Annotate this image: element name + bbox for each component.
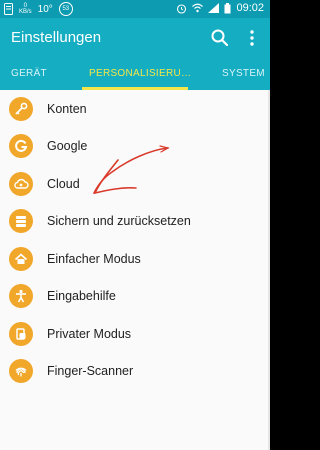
- settings-item-label: Cloud: [47, 176, 80, 191]
- tab-system[interactable]: SYSTEM: [222, 68, 265, 79]
- settings-item-label: Eingabehilfe: [47, 288, 116, 303]
- home-icon: [9, 246, 33, 271]
- notification-badge: 53: [58, 2, 73, 16]
- settings-item-label: Privater Modus: [47, 326, 132, 341]
- wifi-icon: [192, 3, 204, 13]
- tab-geraet[interactable]: GERÄT: [11, 68, 47, 79]
- settings-item-label: Einfacher Modus: [47, 251, 141, 266]
- data-speed: 0 KB/s: [19, 3, 32, 15]
- settings-item-eingabehilfe[interactable]: Eingabehilfe: [0, 277, 270, 314]
- status-bar: 0 KB/s 10° 53 09:02: [0, 0, 270, 18]
- private-mode-icon: [9, 321, 33, 346]
- settings-item-privater-modus[interactable]: Privater Modus: [0, 315, 270, 352]
- page-title: Einstellungen: [11, 29, 102, 46]
- alarm-icon: [177, 3, 187, 14]
- settings-item-google[interactable]: Google: [0, 127, 270, 164]
- settings-screen: 0 KB/s 10° 53 09:02 Einstellungen GERÄT …: [0, 0, 270, 450]
- scrollbar[interactable]: [268, 90, 270, 450]
- settings-item-finger-scanner[interactable]: Finger-Scanner: [0, 352, 270, 389]
- settings-item-sichern[interactable]: Sichern und zurücksetzen: [0, 202, 270, 239]
- fingerprint-icon: [9, 358, 33, 383]
- settings-item-label: Konten: [47, 101, 87, 116]
- accessibility-icon: [9, 283, 33, 308]
- more-options-icon[interactable]: [246, 28, 258, 48]
- tab-bar: GERÄT PERSONALISIERU… SYSTEM: [0, 58, 270, 90]
- notification-icon: [4, 3, 13, 15]
- data-speed-unit: KB/s: [19, 9, 32, 15]
- notification-badge-count: 53: [62, 6, 70, 12]
- battery-icon: [224, 2, 231, 13]
- search-icon[interactable]: [210, 28, 230, 48]
- google-icon: [9, 133, 33, 158]
- settings-item-label: Google: [47, 138, 88, 153]
- cloud-icon: [9, 171, 33, 196]
- backup-icon: [9, 208, 33, 233]
- key-icon: [9, 96, 33, 121]
- settings-item-konten[interactable]: Konten: [0, 90, 270, 127]
- app-bar: Einstellungen: [0, 18, 270, 58]
- temperature: 10°: [37, 3, 53, 15]
- tab-personalisierung[interactable]: PERSONALISIERU…: [89, 68, 191, 79]
- settings-item-cloud[interactable]: Cloud: [0, 165, 270, 202]
- clock: 09:02: [236, 2, 264, 14]
- settings-item-label: Finger-Scanner: [47, 363, 134, 378]
- signal-icon: [208, 3, 220, 13]
- settings-item-einfacher-modus[interactable]: Einfacher Modus: [0, 240, 270, 277]
- settings-item-label: Sichern und zurücksetzen: [47, 213, 191, 228]
